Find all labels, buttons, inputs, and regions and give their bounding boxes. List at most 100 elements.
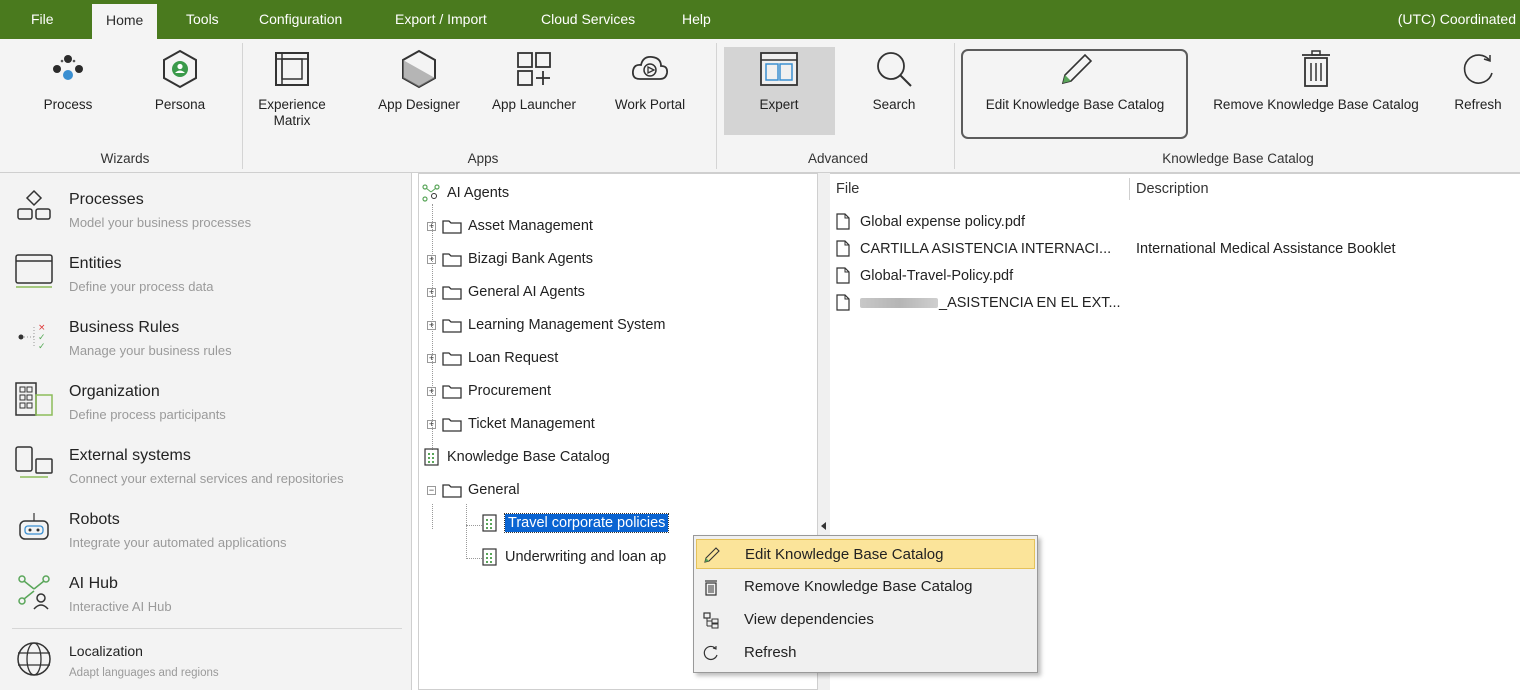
expand-icon[interactable]: + [427, 221, 436, 231]
expand-icon[interactable]: + [427, 353, 436, 363]
nav-subtitle: Model your business processes [69, 215, 252, 230]
refresh-icon [1463, 54, 1493, 84]
menu-help[interactable]: Help [668, 0, 725, 39]
expand-icon[interactable]: + [427, 287, 436, 297]
nav-organization[interactable]: Organization Define process participants [0, 365, 410, 429]
nav-subtitle: Connect your external services and repos… [69, 471, 344, 486]
collapse-icon[interactable]: − [427, 485, 436, 495]
column-header-file[interactable]: File [830, 178, 1130, 200]
tree-folder[interactable]: + Bizagi Bank Agents [427, 248, 593, 270]
expand-icon[interactable]: + [427, 419, 436, 429]
menu-bar: File Home Tools Configuration Export / I… [0, 0, 1520, 39]
edit-kb-button[interactable]: Edit Knowledge Base Catalog [964, 47, 1186, 113]
folder-icon [442, 385, 462, 399]
ctx-refresh[interactable]: Refresh [696, 638, 1035, 668]
nav-title: Localization [69, 643, 143, 659]
app-launcher-button[interactable]: App Launcher [480, 47, 588, 113]
ribbon: Process Persona Wizards Experience Matri… [0, 39, 1520, 173]
nav-title: Business Rules [69, 319, 180, 336]
tree-folder-general[interactable]: − General [427, 479, 520, 501]
file-name: Global expense policy.pdf [860, 214, 1025, 230]
nav-title: Processes [69, 191, 144, 208]
persona-label: Persona [154, 97, 206, 112]
ai-agents-icon [422, 184, 440, 202]
nav-title: AI Hub [69, 575, 118, 592]
tree-folder[interactable]: + Asset Management [427, 215, 593, 237]
group-wizards: Wizards [100, 151, 150, 166]
tree-label: AI Agents [447, 185, 510, 201]
tree-folder[interactable]: + Procurement [427, 380, 551, 402]
file-name-redacted: _ASISTENCIA EN EL EXT... [860, 290, 1121, 316]
work-portal-label: Work Portal [614, 97, 686, 112]
column-header-description[interactable]: Description [1130, 178, 1520, 200]
ctx-label: Edit Knowledge Base Catalog [745, 546, 944, 563]
search-icon [877, 52, 912, 87]
group-knowledge-base: Knowledge Base Catalog [1162, 151, 1314, 166]
file-row[interactable]: _ASISTENCIA EN EL EXT... [830, 290, 1520, 316]
expert-button[interactable]: Expert [729, 47, 829, 113]
tree-node-knowledge-base[interactable]: Knowledge Base Catalog [423, 446, 610, 468]
expand-icon[interactable]: + [427, 254, 436, 264]
file-name: _ASISTENCIA EN EL EXT... [939, 295, 1121, 311]
tree-kb-item-selected[interactable]: Travel corporate policies [481, 512, 670, 534]
menu-file[interactable]: File [17, 0, 68, 39]
ctx-view-dependencies[interactable]: View dependencies [696, 605, 1035, 635]
file-name: Global-Travel-Policy.pdf [860, 268, 1014, 284]
tree-node-ai-agents[interactable]: AI Agents [421, 182, 509, 204]
search-button[interactable]: Search [844, 47, 944, 113]
tree-label: Learning Management System [468, 317, 666, 333]
pencil-icon [1061, 53, 1093, 85]
nav-subtitle: Integrate your automated applications [69, 535, 287, 550]
nav-external-systems[interactable]: External systems Connect your external s… [0, 429, 410, 493]
expand-icon[interactable]: + [427, 386, 436, 396]
file-row[interactable]: Global expense policy.pdf [830, 209, 1520, 235]
file-row[interactable]: Global-Travel-Policy.pdf [830, 263, 1520, 289]
app-designer-button[interactable]: App Designer [366, 47, 472, 113]
tree-folder[interactable]: + Ticket Management [427, 413, 595, 435]
nav-ai-hub[interactable]: AI Hub Interactive AI Hub [0, 557, 410, 621]
search-label: Search [872, 97, 916, 112]
document-icon [836, 240, 850, 257]
folder-icon [442, 484, 462, 498]
experience-matrix-button[interactable]: Experience Matrix [256, 47, 328, 129]
nav-entities[interactable]: Entities Define your process data [0, 237, 410, 301]
globe-icon [17, 642, 51, 676]
tree-folder[interactable]: + Loan Request [427, 347, 558, 369]
nav-robots[interactable]: Robots Integrate your automated applicat… [0, 493, 410, 557]
menu-configuration[interactable]: Configuration [245, 0, 356, 39]
work-portal-button[interactable]: Work Portal [600, 47, 700, 113]
process-button[interactable]: Process [30, 47, 106, 113]
robot-icon [19, 513, 49, 540]
nav-title: Entities [69, 255, 122, 272]
persona-button[interactable]: Persona [140, 47, 220, 113]
splitter-arrow-icon [821, 522, 826, 530]
menu-tools[interactable]: Tools [172, 0, 233, 39]
experience-matrix-icon [275, 52, 309, 86]
catalog-icon [424, 448, 439, 466]
document-icon [836, 267, 850, 284]
folder-icon [442, 418, 462, 432]
file-row[interactable]: CARTILLA ASISTENCIA INTERNACI... Interna… [830, 236, 1520, 262]
menu-cloud-services[interactable]: Cloud Services [527, 0, 649, 39]
tree-folder[interactable]: + Learning Management System [427, 314, 665, 336]
nav-subtitle: Define process participants [69, 407, 226, 422]
ctx-remove-kb[interactable]: Remove Knowledge Base Catalog [696, 572, 1035, 602]
refresh-icon [703, 645, 718, 661]
svg-text:×: × [38, 323, 46, 333]
process-icon [53, 55, 83, 80]
remove-kb-label: Remove Knowledge Base Catalog [1213, 97, 1419, 112]
refresh-button[interactable]: Refresh [1440, 47, 1516, 113]
menu-export-import[interactable]: Export / Import [381, 0, 501, 39]
folder-icon [442, 319, 462, 333]
tree-kb-item[interactable]: Underwriting and loan ap [481, 546, 666, 568]
ctx-label: Remove Knowledge Base Catalog [744, 578, 973, 595]
ctx-edit-kb[interactable]: Edit Knowledge Base Catalog [696, 539, 1035, 569]
menu-home[interactable]: Home [92, 4, 158, 39]
experience-matrix-label-1: Experience [258, 97, 326, 112]
nav-localization[interactable]: Localization Adapt languages and regions [0, 631, 410, 690]
nav-business-rules[interactable]: × ✓ ✓ Business Rules Manage your busines… [0, 301, 410, 365]
remove-kb-button[interactable]: Remove Knowledge Base Catalog [1192, 47, 1440, 113]
nav-processes[interactable]: Processes Model your business processes [0, 173, 410, 237]
expand-icon[interactable]: + [427, 320, 436, 330]
tree-folder[interactable]: + General AI Agents [427, 281, 585, 303]
